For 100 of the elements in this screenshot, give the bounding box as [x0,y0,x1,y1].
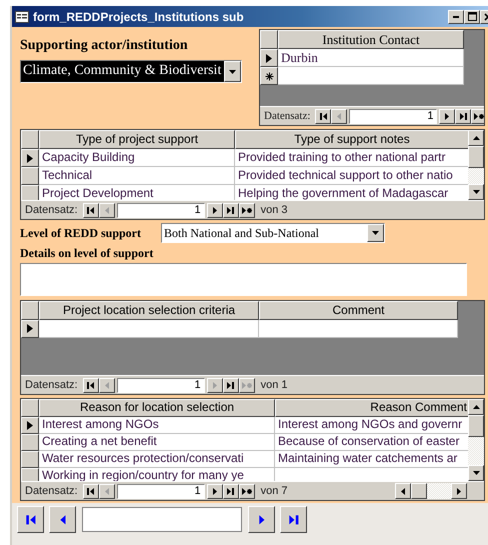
table-cell[interactable]: Water resources protection/conservati [39,451,275,468]
table-cell[interactable]: Helping the government of Madagascar [235,185,468,200]
table-cell[interactable]: Maintaining water catchements ar [275,451,468,468]
table-cell[interactable]: Durbin [278,49,464,67]
row-selector[interactable] [21,320,39,338]
row-selector[interactable] [21,434,39,452]
last-record-icon [226,486,236,496]
table-cell[interactable] [39,320,259,338]
next-record-button[interactable] [206,484,223,498]
dropdown-field[interactable]: Both National and Sub-National [161,223,386,244]
table-cell[interactable] [259,320,458,338]
record-label: Datensatz: [25,379,78,392]
dropdown-field[interactable]: Climate, Community & Biodiversit [20,60,242,83]
previous-record-icon [336,112,342,120]
first-record-button[interactable] [82,378,99,393]
table-cell[interactable]: Creating a net benefit [39,434,275,452]
next-record-button[interactable] [248,506,275,533]
first-record-button[interactable] [82,202,99,218]
column-header[interactable]: Institution Contact [278,30,464,49]
row-selector[interactable] [21,468,39,481]
table-cell[interactable]: Project Development [39,185,235,200]
up-arrow-icon [472,405,480,410]
left-arrow-icon [401,488,405,494]
text-area[interactable] [20,263,467,296]
last-record-button[interactable] [455,108,472,124]
first-record-icon [24,514,36,526]
previous-record-button[interactable] [49,506,76,533]
table-cell[interactable]: Provided technical support to other natio [235,167,468,185]
last-record-button[interactable] [222,378,239,393]
scroll-thumb[interactable] [468,146,484,168]
table-cell[interactable]: Interest among NGOs [39,417,275,434]
record-number-field[interactable]: 1 [349,108,438,124]
last-record-button[interactable] [222,484,239,498]
record-number-field[interactable]: 1 [116,202,205,218]
row-selector[interactable] [21,417,39,434]
row-selector[interactable] [21,149,39,167]
next-record-icon [212,380,218,390]
current-row-icon [27,324,33,334]
last-record-button[interactable] [280,506,307,533]
record-number-field[interactable]: 1 [116,484,205,498]
row-selector [21,300,39,320]
field-label: Details on level of support [20,246,154,262]
table-cell[interactable] [278,67,464,85]
field-label: Level of REDD support [20,226,142,241]
row-selector[interactable] [21,167,39,185]
first-record-button[interactable] [315,108,332,124]
last-record-icon [288,514,300,526]
record-label: Datensatz: [25,485,78,497]
up-arrow-icon [472,136,480,140]
record-count: von 1 [260,379,288,392]
next-record-icon [212,486,218,496]
record-field[interactable] [82,507,242,532]
current-row-icon [266,54,272,62]
first-record-button[interactable] [17,506,44,533]
row-selector[interactable] [260,49,278,67]
row-selector [260,30,278,49]
next-record-icon [258,514,266,526]
minimize-button[interactable] [448,10,464,24]
last-record-icon [226,206,236,215]
column-header[interactable]: Type of support notes [235,130,468,149]
new-record-icon [240,206,253,215]
first-record-icon [318,112,328,120]
vertical-scrollbar[interactable] [468,399,484,481]
table-cell[interactable] [275,468,468,481]
new-row-icon [264,72,274,80]
dropdown-arrow-icon [372,231,380,236]
next-record-button[interactable] [439,108,456,124]
last-record-button[interactable] [222,202,239,218]
scroll-thumb[interactable] [468,415,484,438]
column-header[interactable]: Project location selection criteria [39,300,259,320]
table-cell[interactable]: Technical [39,167,235,185]
new-record-button[interactable] [238,484,255,498]
dropdown-arrow-icon [229,70,236,74]
form-icon [15,10,29,22]
vertical-scrollbar[interactable] [468,130,484,200]
record-count: von 3 [260,204,288,216]
column-header[interactable]: Type of project support [39,130,235,149]
down-arrow-icon [472,471,480,475]
new-record-button[interactable] [471,108,484,124]
row-selector[interactable] [21,451,39,468]
first-record-button[interactable] [82,484,99,498]
next-record-button[interactable] [206,202,223,218]
row-selector[interactable] [21,185,39,200]
table-cell[interactable]: Provided training to other national partr [235,149,468,167]
new-record-icon [240,380,253,390]
next-record-icon [212,206,218,215]
column-header[interactable]: Reason for location selection [39,399,275,418]
new-record-button[interactable] [238,202,255,218]
first-record-icon [86,380,96,390]
table-cell[interactable]: Because of conservation of easter [275,434,468,452]
column-header[interactable]: Reason Comment [275,399,468,418]
column-header[interactable]: Comment [259,300,458,320]
row-selector[interactable] [260,67,278,85]
previous-record-icon [58,514,66,526]
table-cell[interactable]: Capacity Building [39,149,235,167]
scroll-thumb[interactable] [411,483,427,499]
horizontal-scrollbar[interactable] [395,483,467,499]
maximize-button[interactable] [464,10,480,24]
table-cell[interactable]: Interest among NGOs and governr [275,417,468,434]
record-number-field[interactable]: 1 [116,378,205,393]
